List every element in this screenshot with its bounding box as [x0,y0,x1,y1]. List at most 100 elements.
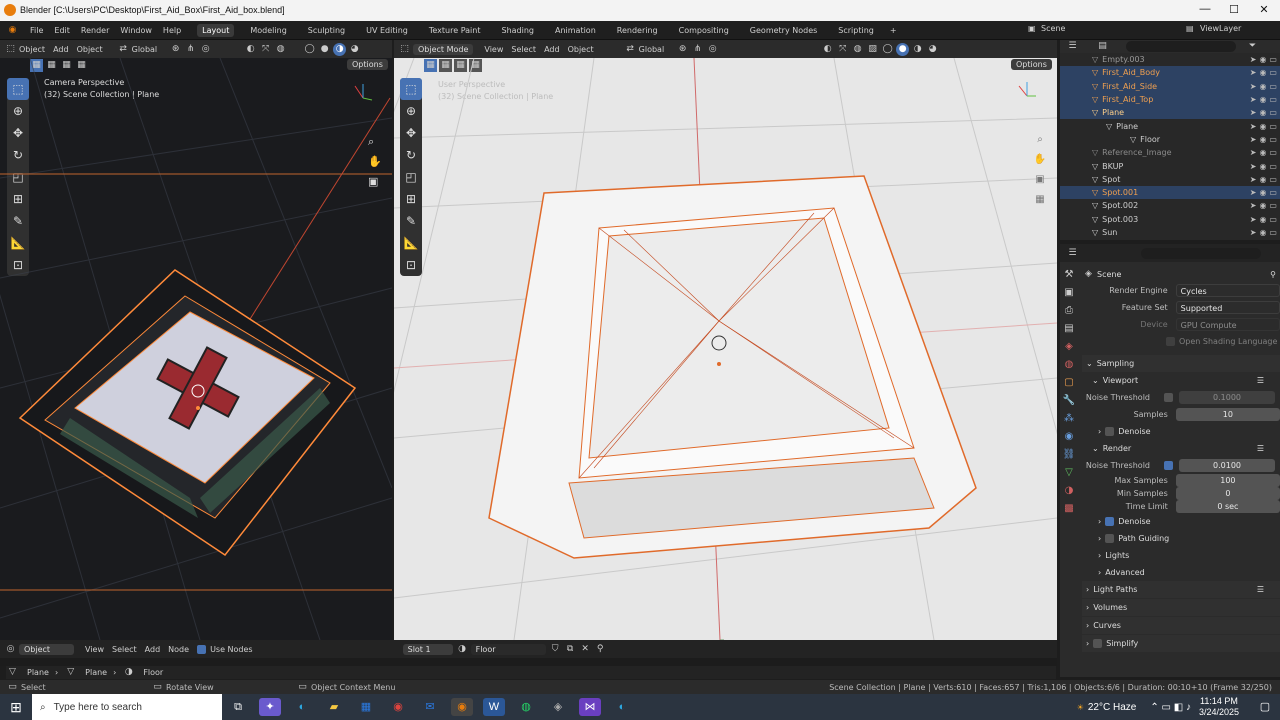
menu-render[interactable]: Render [81,26,109,35]
shader-menu-node[interactable]: Node [168,645,189,654]
light-paths-chevron-icon[interactable]: › [1086,585,1089,594]
breadcrumb-object[interactable]: Plane [27,668,49,677]
curves-panel[interactable]: Curves [1093,621,1121,630]
taskbar-clock[interactable]: 11:14 PM 3/24/2025 [1199,696,1239,718]
left-menu-object[interactable]: Object [19,45,45,54]
node-canvas[interactable] [0,658,1057,666]
tab-compositing[interactable]: Compositing [674,24,734,37]
outliner-visibility-icons[interactable]: ➤◉▭ [1220,122,1280,131]
tool-tab-icon[interactable]: ⚒ [1060,266,1078,284]
tab-shading[interactable]: Shading [496,24,539,37]
main-wire-icon[interactable]: ◯ [881,43,894,56]
outliner[interactable]: ▽ Empty.003 ➤◉▭ ▽ First_Aid_Body ➤◉▭ ▽ First_Ai… [1060,53,1280,240]
shader-editor-type-icon[interactable]: ◎ [4,643,17,656]
left-menu-add[interactable]: Add [53,45,69,54]
edge-dev-icon[interactable]: ◐ [611,698,633,716]
viewlayer-selector[interactable]: ViewLayer [1200,24,1241,33]
viewport-subpanel[interactable]: Viewport [1103,376,1138,385]
blender-taskbar-icon[interactable]: ◉ [451,698,473,716]
viewport-chevron-icon[interactable]: ⌄ [1092,376,1099,385]
render-engine-select[interactable]: Cycles [1175,284,1280,297]
advanced-subpanel[interactable]: Advanced [1105,568,1145,577]
pivot-icon[interactable]: ⊛ [169,43,182,56]
osl-checkbox[interactable] [1166,337,1175,346]
main-move-tool-icon[interactable]: ✥ [400,122,422,144]
main-orientation-select[interactable]: Global [639,45,665,54]
file-explorer-icon[interactable]: ▰ [323,698,345,716]
vp-noise-field[interactable]: 0.1000 [1179,391,1275,404]
xray-icon[interactable]: ▨ [866,43,879,56]
lights-subpanel[interactable]: Lights [1105,551,1129,560]
outliner-editor-icon[interactable]: ☰ [1066,40,1079,53]
outliner-item-name[interactable]: Sun [1102,228,1220,237]
outliner-item-name[interactable]: First_Aid_Side [1102,82,1220,91]
shader-menu-add[interactable]: Add [145,645,161,654]
vp-samples-field[interactable]: 10 [1175,408,1280,421]
volumes-panel[interactable]: Volumes [1093,603,1127,612]
left-menu-object2[interactable]: Object [77,45,103,54]
menu-file[interactable]: File [30,26,43,35]
outliner-visibility-icons[interactable]: ➤◉▭ [1220,162,1280,171]
menu-help[interactable]: Help [163,26,181,35]
proportional-icon[interactable]: ◎ [199,43,212,56]
material-name-field[interactable]: Floor [470,643,546,655]
solid-shading-icon[interactable]: ● [318,43,331,56]
outliner-item-name[interactable]: BKUP [1102,162,1220,171]
properties-search-input[interactable] [1141,247,1261,259]
maximize-button[interactable]: ☐ [1224,3,1244,16]
outliner-row[interactable]: ▽ BKUP ➤◉▭ [1060,159,1280,172]
advanced-chevron-icon[interactable]: › [1098,568,1101,577]
main-rotate-tool-icon[interactable]: ↻ [400,144,422,166]
main-menu-add[interactable]: Add [544,45,560,54]
slot-select[interactable]: Slot 1 [402,643,453,655]
blender-menu-icon[interactable]: ◉ [6,24,19,37]
render-list-icon[interactable]: ☰ [1257,444,1264,453]
simplify-panel[interactable]: Simplify [1106,639,1138,648]
tab-rendering[interactable]: Rendering [612,24,663,37]
outliner-row[interactable]: ▽ First_Aid_Side ➤◉▭ [1060,79,1280,93]
task-view-icon[interactable]: ⧉ [227,698,249,716]
outliner-row[interactable]: ▽ Spot.001 ➤◉▭ [1060,185,1280,200]
main-snap-icon[interactable]: ⋔ [691,43,704,56]
r-noise-field[interactable]: 0.0100 [1179,459,1275,472]
tab-animation[interactable]: Animation [550,24,601,37]
output-tab-icon[interactable]: ⎙ [1060,302,1078,320]
simplify-checkbox[interactable] [1093,639,1103,648]
outliner-row[interactable]: ▽ Empty.003 ➤◉▭ [1060,53,1280,66]
main-cursor-tool-icon[interactable]: ⊕ [400,100,422,122]
outliner-visibility-icons[interactable]: ➤◉▭ [1220,228,1280,237]
outliner-item-name[interactable]: First_Aid_Top [1102,95,1220,104]
outliner-visibility-icons[interactable]: ➤◉▭ [1220,82,1280,91]
light-paths-list-icon[interactable]: ☰ [1257,585,1264,594]
gizmo-icon[interactable]: ⤧ [259,43,272,56]
tab-uv-editing[interactable]: UV Editing [361,24,413,37]
main-editor-type-icon[interactable]: ⬚ [398,43,411,56]
render-chevron-icon[interactable]: ⌄ [1092,444,1099,453]
outliner-visibility-icons[interactable]: ➤◉▭ [1220,201,1280,210]
windows-start-icon[interactable]: ⊞ [5,698,27,716]
main-annotate-tool-icon[interactable]: ✎ [400,210,422,232]
outliner-visibility-icons[interactable]: ➤◉▭ [1220,148,1280,157]
main-viewport[interactable]: ⬚ Object Mode View Select Add Object ⇄ G… [394,40,1057,640]
outliner-item-name[interactable]: Reference_Image [1102,148,1220,157]
main-material-icon[interactable]: ◑ [911,43,924,56]
menu-window[interactable]: Window [120,26,152,35]
main-scale-tool-icon[interactable]: ◰ [400,166,422,188]
fake-user-icon[interactable]: ⛉ [549,643,562,656]
world-tab-icon[interactable]: ◍ [1060,356,1078,374]
sampling-panel[interactable]: Sampling [1097,359,1134,368]
overlay-icon[interactable]: ◍ [274,43,287,56]
outliner-item-name[interactable]: Spot.001 [1102,188,1220,197]
breadcrumb-mesh[interactable]: Plane [85,668,107,677]
outliner-item-name[interactable]: Plane [1116,122,1220,131]
main-pivot-icon[interactable]: ⊛ [676,43,689,56]
shader-object-select[interactable]: Object [19,643,74,655]
denoise-chevron-icon[interactable]: › [1098,517,1101,526]
lights-chevron-icon[interactable]: › [1098,551,1101,560]
word-icon[interactable]: W [483,698,505,716]
light-paths-panel[interactable]: Light Paths [1093,585,1137,594]
use-nodes-checkbox[interactable] [197,644,207,654]
tab-sculpting[interactable]: Sculpting [303,24,350,37]
wireframe-shading-icon[interactable]: ◯ [303,43,316,56]
outliner-visibility-icons[interactable]: ➤◉▭ [1220,188,1280,197]
